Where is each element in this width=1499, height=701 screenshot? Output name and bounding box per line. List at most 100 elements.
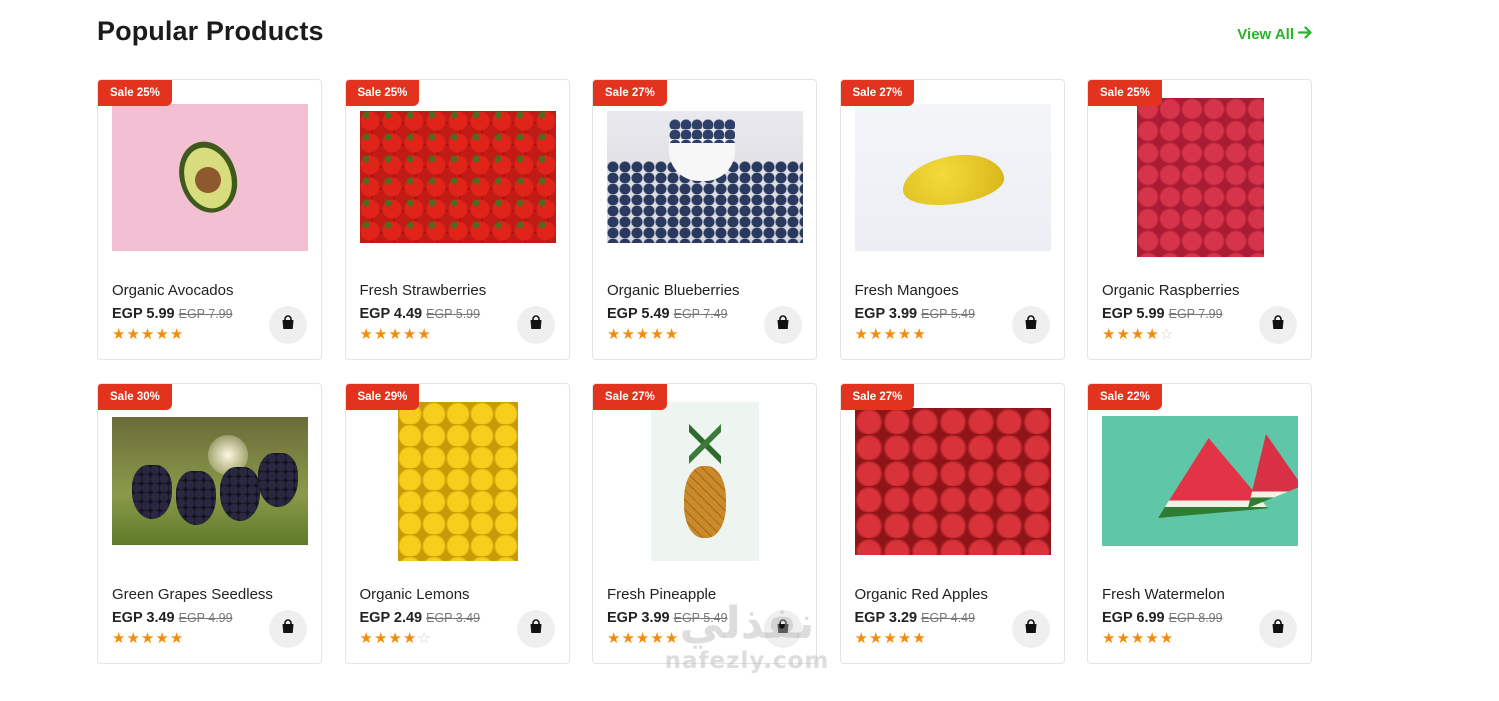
price-row: EGP 6.99 EGP 8.99 [1102,610,1223,626]
add-to-cart-button[interactable] [516,610,555,648]
star-filled-icon: ★ [897,630,912,647]
star-filled-icon: ★ [140,326,155,343]
product-image[interactable] [112,92,308,262]
star-filled-icon: ★ [112,630,126,647]
price-row: EGP 4.49 EGP 5.99 [360,306,481,322]
star-filled-icon: ★ [1145,326,1159,343]
product-image[interactable] [607,92,803,262]
price-row: EGP 3.29 EGP 4.49 [855,610,976,626]
product-image[interactable] [359,92,556,262]
product-name[interactable]: Organic Red Apples [855,586,988,603]
product-card[interactable]: Sale 25% Organic Raspberries EGP 5.99 EG… [1087,79,1312,360]
star-filled-icon: ★ [883,326,897,343]
star-filled-icon: ★ [1130,326,1145,343]
star-filled-icon: ★ [417,326,431,343]
rating-stars: ★ ★ ★ ★ ★ [607,327,678,342]
product-name[interactable]: Fresh Mangoes [855,282,959,299]
product-old-price: EGP 5.49 [921,307,976,321]
product-old-price: EGP 7.99 [178,307,233,321]
rating-stars: ★ ★ ★ ★ ★ [855,327,926,342]
product-image[interactable] [607,396,803,566]
watermark: نفذلي nafezly.com [652,600,842,675]
add-to-cart-button[interactable] [516,306,555,344]
product-price: EGP 5.99 [112,306,175,322]
product-image[interactable] [360,396,556,566]
add-to-cart-button[interactable] [1011,306,1050,344]
sale-badge: Sale 25% [1088,80,1162,106]
product-card[interactable]: Sale 25% Fresh Strawberries EGP 4.49 EGP… [344,79,570,360]
star-filled-icon: ★ [621,326,635,343]
star-filled-icon: ★ [373,630,388,647]
sale-badge: Sale 25% [345,80,420,106]
product-old-price: EGP 3.49 [426,611,481,625]
product-card[interactable]: Sale 25% Organic Avocados EGP 5.99 EGP 7… [97,79,322,360]
star-filled-icon: ★ [607,630,621,647]
star-filled-icon: ★ [388,630,402,647]
product-price: EGP 6.99 [1102,610,1165,626]
product-image[interactable] [1102,92,1298,262]
product-old-price: EGP 5.99 [426,307,481,321]
product-image[interactable] [112,396,308,566]
product-name[interactable]: Green Grapes Seedless [112,586,273,603]
sale-badge: Sale 27% [593,80,667,106]
product-grid: Sale 25% Organic Avocados EGP 5.99 EGP 7… [97,79,1313,664]
product-name[interactable]: Organic Blueberries [607,282,740,299]
star-filled-icon: ★ [635,326,650,343]
rating-stars: ★ ★ ★ ★ ★ [855,631,926,646]
shopping-bag-icon [1024,315,1038,335]
section-header: Popular Products View All [97,14,1313,54]
view-all-link[interactable]: View All [1237,26,1313,43]
product-image[interactable] [854,92,1051,262]
product-image[interactable] [1102,396,1298,566]
product-price: EGP 4.49 [359,306,423,322]
star-filled-icon: ★ [1102,630,1116,647]
price-row: EGP 5.99 EGP 7.99 [1102,306,1223,322]
star-filled-icon: ★ [126,326,140,343]
product-old-price: EGP 4.99 [178,611,233,625]
add-to-cart-button[interactable] [1259,610,1297,648]
star-filled-icon: ★ [1102,326,1116,343]
product-name[interactable]: Fresh Strawberries [360,282,487,299]
add-to-cart-button[interactable] [269,610,307,648]
rating-stars: ★ ★ ★ ★ ★ [112,327,183,342]
shopping-bag-icon [1271,315,1285,335]
product-name[interactable]: Organic Raspberries [1102,282,1240,299]
star-filled-icon: ★ [155,326,169,343]
product-name[interactable]: Organic Avocados [112,282,233,299]
product-card[interactable]: Sale 27% Fresh Mangoes EGP 3.99 EGP 5.49… [839,79,1065,360]
sale-badge: Sale 22% [1088,384,1162,410]
sale-badge: Sale 27% [593,384,667,410]
product-old-price: EGP 4.49 [921,611,976,625]
add-to-cart-button[interactable] [1259,306,1297,344]
product-card[interactable]: Sale 22% Fresh Watermelon EGP 6.99 EGP 8… [1087,383,1312,664]
star-filled-icon: ★ [897,326,912,343]
product-card[interactable]: Sale 29% Organic Lemons EGP 2.49 EGP 3.4… [344,383,570,664]
add-to-cart-button[interactable] [764,306,802,344]
product-old-price: EGP 8.99 [1168,611,1223,625]
product-name[interactable]: Organic Lemons [360,586,470,603]
product-old-price: EGP 7.49 [673,307,728,321]
add-to-cart-button[interactable] [1011,610,1050,648]
star-filled-icon: ★ [359,630,373,647]
product-price: EGP 5.99 [1102,306,1165,322]
star-filled-icon: ★ [854,630,868,647]
view-all-label: View All [1237,26,1294,43]
price-row: EGP 5.49 EGP 7.49 [607,306,728,322]
price-row: EGP 5.99 EGP 7.99 [112,306,233,322]
sale-badge: Sale 30% [98,384,172,410]
star-filled-icon: ★ [621,630,635,647]
star-filled-icon: ★ [155,630,169,647]
product-card[interactable]: Sale 30% Green Grapes Seedless EGP 3.49 … [97,383,322,664]
add-to-cart-button[interactable] [269,306,307,344]
rating-stars: ★ ★ ★ ★ ☆ [1102,327,1173,342]
product-card[interactable]: Sale 27% Organic Red Apples EGP 3.29 EGP… [839,383,1065,664]
star-filled-icon: ★ [112,326,126,343]
product-image[interactable] [854,396,1051,566]
star-filled-icon: ★ [1116,326,1130,343]
sale-badge: Sale 27% [840,384,915,410]
arrow-right-icon [1297,26,1313,43]
product-price: EGP 3.99 [854,306,918,322]
product-price: EGP 3.29 [854,610,918,626]
product-name[interactable]: Fresh Watermelon [1102,586,1225,603]
product-card[interactable]: Sale 27% Organic Blueberries EGP 5.49 EG… [592,79,817,360]
